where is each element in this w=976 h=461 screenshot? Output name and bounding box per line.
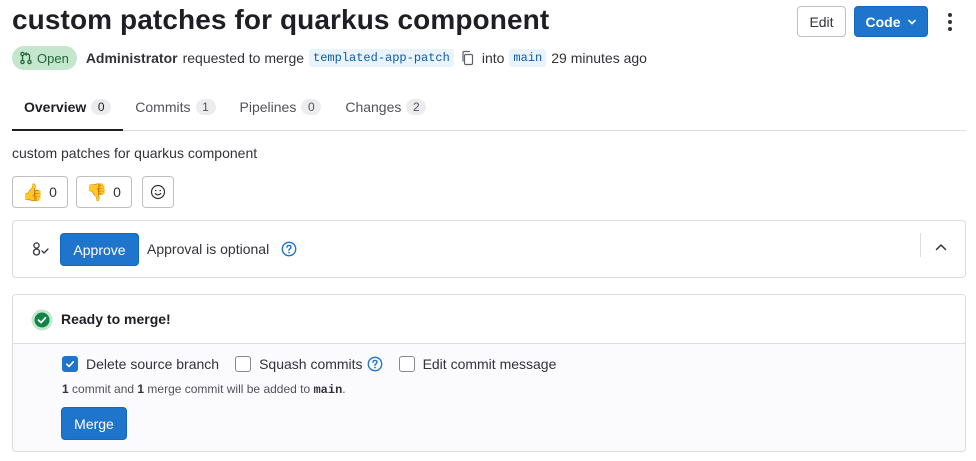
success-check-icon	[31, 309, 53, 334]
smiley-icon	[150, 184, 166, 200]
approval-widget: Approve Approval is optional	[12, 220, 966, 278]
thumbs-up-icon: 👍	[22, 182, 44, 202]
target-branch-name: main	[313, 383, 343, 397]
code-dropdown-button[interactable]: Code	[854, 6, 928, 37]
merge-request-tabs: Overview 0 Commits 1 Pipelines 0 Changes…	[12, 84, 966, 131]
edit-commit-message-checkbox[interactable]	[398, 356, 415, 372]
time-ago: 29 minutes ago	[551, 50, 647, 66]
option-label: Squash commits	[259, 356, 363, 372]
thumbs-down-button[interactable]: 👎 0	[75, 176, 132, 208]
tab-label: Changes	[345, 99, 402, 115]
help-icon[interactable]	[367, 356, 383, 372]
status-label: Open	[37, 50, 69, 66]
status-badge: Open	[12, 46, 77, 70]
thumbs-up-count: 0	[49, 184, 57, 200]
chevron-up-icon[interactable]	[931, 237, 951, 257]
option-label: Delete source branch	[86, 356, 220, 372]
code-button-label: Code	[865, 13, 901, 30]
into-text: into	[481, 50, 505, 66]
thumbs-down-count: 0	[113, 184, 121, 200]
commit-info-text: 1 commit and 1 merge commit will be adde…	[62, 382, 346, 397]
merge-status-header: Ready to merge!	[13, 295, 965, 344]
info-text: merge commit will be added to	[144, 382, 314, 396]
author-link[interactable]: Administrator	[86, 50, 178, 66]
tab-count: 0	[301, 99, 322, 115]
approval-status: Approval is optional	[147, 241, 270, 257]
chevron-down-icon	[907, 19, 916, 24]
more-actions-icon[interactable]	[940, 10, 960, 34]
info-text: .	[342, 382, 346, 396]
option-label: Edit commit message	[422, 356, 557, 372]
description-text: custom patches for quarkus component	[12, 145, 258, 161]
ready-to-merge-text: Ready to merge!	[61, 311, 171, 327]
approval-icon	[31, 241, 51, 260]
thumbs-down-icon: 👎	[85, 182, 108, 202]
info-text: commit and	[68, 382, 138, 396]
edit-commit-message-option[interactable]: Edit commit message	[398, 356, 557, 372]
delete-source-branch-checkbox[interactable]	[62, 356, 78, 372]
page-title: custom patches for quarkus component	[12, 4, 550, 35]
tab-changes[interactable]: Changes 2	[333, 84, 438, 130]
merge-request-meta: Open Administrator requested to merge te…	[12, 46, 647, 70]
delete-source-branch-option[interactable]: Delete source branch	[62, 356, 219, 372]
squash-commits-option[interactable]: Squash commits	[235, 356, 382, 372]
add-reaction-button[interactable]	[141, 176, 174, 208]
merge-button[interactable]: Merge	[61, 407, 127, 440]
target-branch[interactable]: main	[509, 49, 547, 67]
tab-count: 0	[91, 98, 112, 115]
divider	[920, 233, 921, 257]
tab-count: 1	[195, 99, 216, 115]
tab-count: 2	[406, 99, 427, 115]
thumbs-up-button[interactable]: 👍 0	[12, 176, 68, 208]
tab-pipelines[interactable]: Pipelines 0	[228, 84, 334, 130]
check-icon	[66, 361, 75, 368]
tab-label: Overview	[24, 98, 87, 115]
tab-overview[interactable]: Overview 0	[12, 84, 124, 131]
merge-widget: Ready to merge! Delete source branch Squ…	[12, 294, 966, 452]
tab-label: Commits	[135, 99, 191, 115]
approve-button[interactable]: Approve	[60, 233, 139, 266]
action-text: requested to merge	[182, 50, 305, 66]
tab-label: Pipelines	[239, 99, 297, 115]
edit-button[interactable]: Edit	[797, 6, 846, 37]
help-icon[interactable]	[281, 241, 297, 260]
squash-commits-checkbox[interactable]	[235, 356, 252, 372]
commit-count: 1	[62, 382, 69, 396]
source-branch[interactable]: templated-app-patch	[309, 49, 454, 67]
tab-commits[interactable]: Commits 1	[123, 84, 227, 130]
award-emoji-bar: 👍 0 👎 0	[12, 176, 174, 208]
merge-options: Delete source branch Squash commits Edit…	[62, 356, 572, 372]
merge-request-icon	[20, 51, 32, 65]
copy-icon[interactable]	[461, 50, 475, 66]
